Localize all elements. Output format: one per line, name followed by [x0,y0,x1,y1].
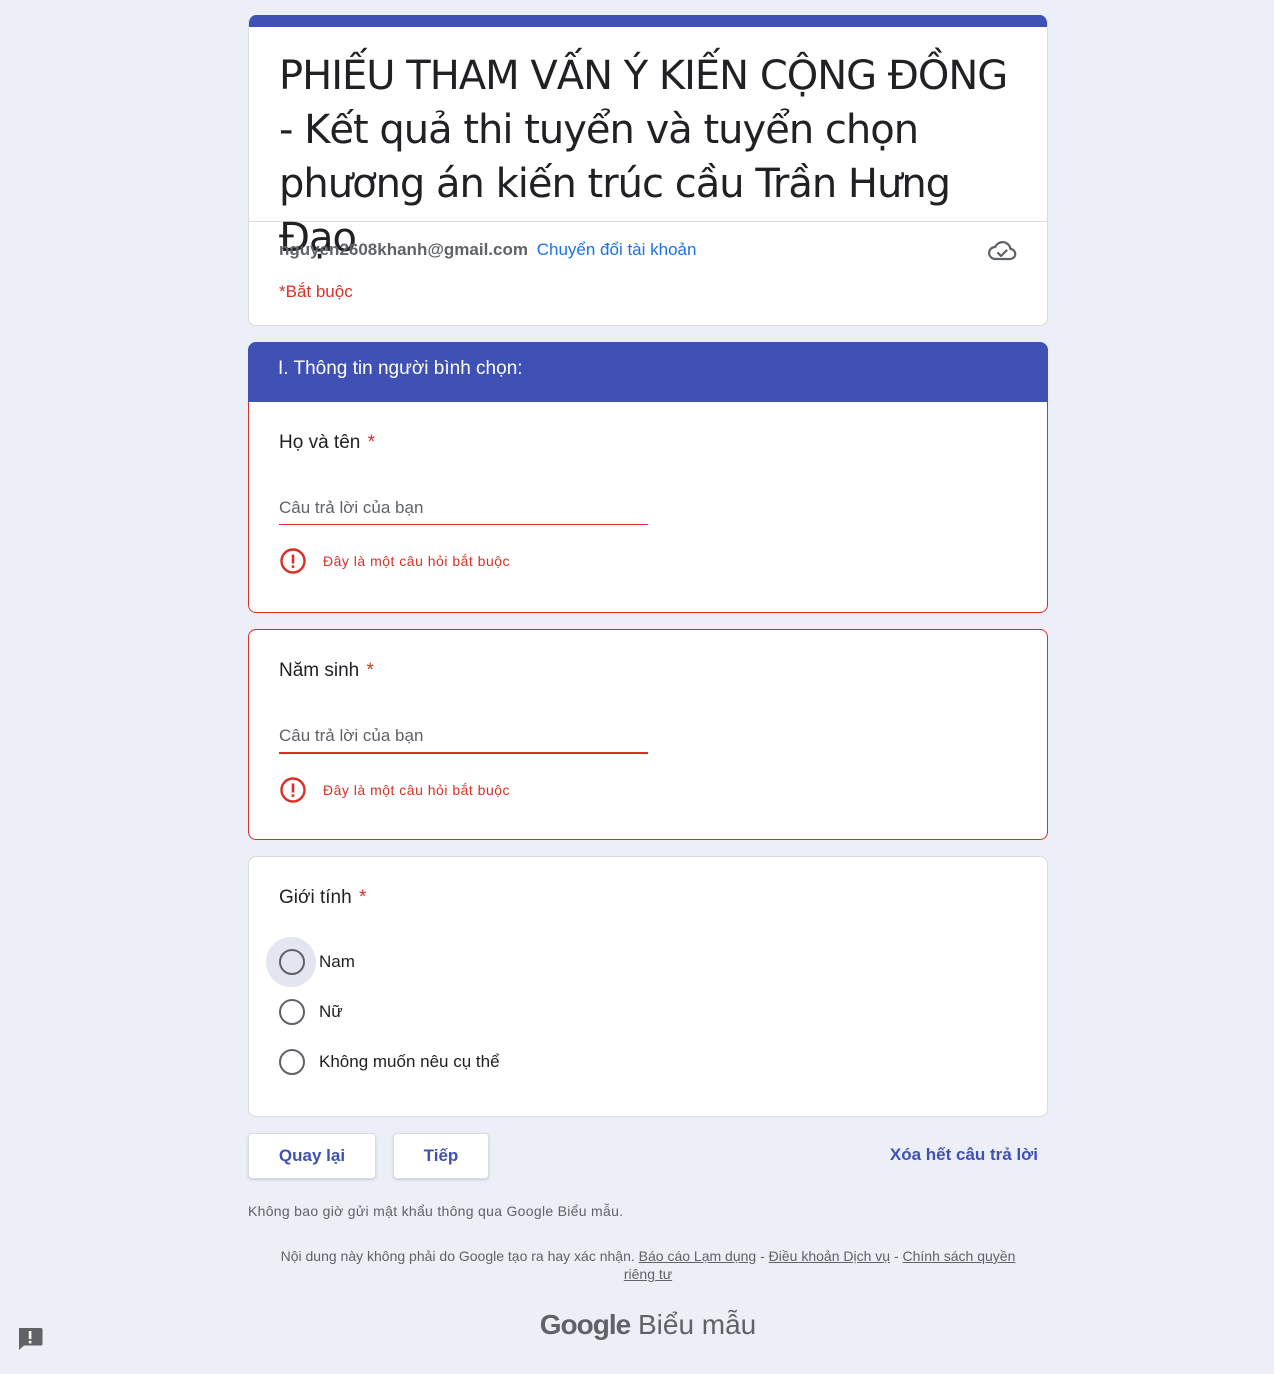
password-warning: Không bao giờ gửi mật khẩu thông qua Goo… [248,1203,624,1219]
full-name-input[interactable] [279,498,648,525]
radio-label: Nam [319,952,355,971]
required-star: * [358,887,367,908]
form-title: PHIẾU THAM VẤN Ý KIẾN CỘNG ĐỒNG - Kết qu… [279,53,1008,261]
error-circle-icon [280,548,306,574]
separator: - [756,1248,769,1264]
section-header: I. Thông tin người bình chọn: [248,342,1048,402]
account-email: nguyen2608khanh@gmail.com [279,240,528,259]
error-message: Đây là một câu hỏi bắt buộc [279,547,1017,575]
required-star: * [367,432,376,453]
question-title: Họ và tên * [279,432,1017,454]
radio-option-male[interactable]: Nam [266,937,1017,987]
google-forms-logo[interactable]: Google Biểu mẫu [248,1309,1048,1341]
required-note: *Bắt buộc [279,282,353,301]
section-title: I. Thông tin người bình chọn: [278,358,523,379]
radio-button[interactable] [279,999,305,1025]
clear-form-button[interactable]: Xóa hết câu trả lời [890,1145,1038,1165]
error-text: Đây là một câu hỏi bắt buộc [323,782,511,798]
question-card-birth-year: Năm sinh * Đây là một câu hỏi bắt buộc [248,629,1048,840]
account-row: nguyen2608khanh@gmail.com Chuyển đổi tài… [249,222,1047,274]
footer-disclaimer: Nội dung này không phải do Google tạo ra… [248,1247,1048,1283]
feedback-icon[interactable] [16,1326,44,1352]
navigation-buttons: Quay lại Tiếp Xóa hết câu trả lời [248,1133,1048,1179]
error-circle-icon [280,777,306,803]
radio-button[interactable] [279,949,305,975]
report-abuse-link[interactable]: Báo cáo Lạm dụng [639,1248,757,1264]
question-title: Giới tính * [279,887,1017,909]
question-card-name: Họ và tên * Đây là một câu hỏi bắt buộc [248,402,1048,613]
terms-link[interactable]: Điều khoản Dịch vụ [769,1248,890,1264]
brand-product: Biểu mẫu [637,1309,757,1340]
error-text: Đây là một câu hỏi bắt buộc [323,553,511,569]
form-container: PHIẾU THAM VẤN Ý KIẾN CỘNG ĐỒNG - Kết qu… [248,15,1048,1341]
brand-google: Google [539,1309,631,1340]
separator: - [890,1248,903,1264]
gender-radio-group: Nam Nữ Không muốn nêu cụ thể [266,937,1017,1087]
radio-button[interactable] [279,1049,305,1075]
question-title-text: Năm sinh [279,660,360,681]
question-title: Năm sinh * [279,660,1017,682]
radio-label: Nữ [319,1002,343,1021]
birth-year-input[interactable] [279,726,648,754]
question-card-gender: Giới tính * Nam Nữ Không muốn nêu cụ thể [248,856,1048,1117]
radio-option-female[interactable]: Nữ [279,987,1017,1037]
form-header-card: PHIẾU THAM VẤN Ý KIẾN CỘNG ĐỒNG - Kết qu… [248,15,1048,326]
back-button[interactable]: Quay lại [248,1133,376,1179]
header-accent-bar [249,15,1047,27]
question-title-text: Họ và tên [279,432,361,453]
switch-account-link[interactable]: Chuyển đổi tài khoản [537,240,697,259]
question-title-text: Giới tính [279,887,352,908]
error-message: Đây là một câu hỏi bắt buộc [279,776,1017,804]
required-star: * [366,660,374,681]
radio-label: Không muốn nêu cụ thể [319,1052,500,1071]
disclaimer-text: Nội dung này không phải do Google tạo ra… [280,1248,635,1264]
next-button[interactable]: Tiếp [393,1133,489,1179]
radio-option-unspecified[interactable]: Không muốn nêu cụ thể [279,1037,1017,1087]
cloud-check-icon[interactable] [987,238,1017,264]
